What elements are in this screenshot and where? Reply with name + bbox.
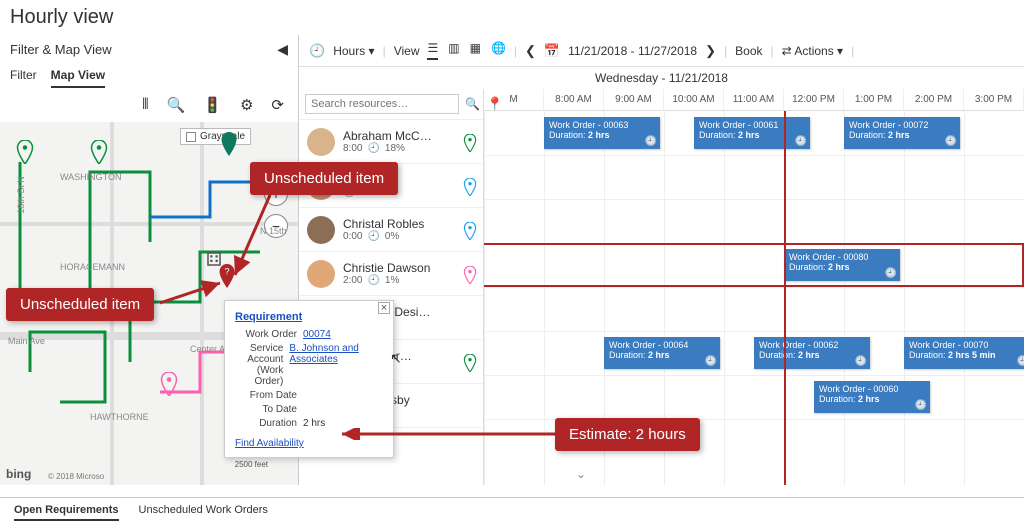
- book-button[interactable]: Book: [735, 44, 762, 58]
- callout-arrow-3: [340, 428, 555, 440]
- req-duration-value: 2 hrs: [303, 418, 325, 429]
- map-search-icon[interactable]: 🔍: [167, 96, 186, 114]
- map-pin-solid[interactable]: [220, 132, 238, 156]
- view-vertical-icon[interactable]: ▥: [448, 41, 459, 60]
- actions-dropdown[interactable]: ⇄ Actions ▾: [782, 44, 843, 58]
- resource-row[interactable]: Abraham McC…8:00🕘18%: [299, 120, 483, 164]
- map-label: HAWTHORNE: [90, 412, 149, 422]
- tab-unscheduled-work-orders[interactable]: Unscheduled Work Orders: [139, 504, 268, 521]
- map-label: WASHINGTON: [60, 172, 122, 182]
- view-list-icon[interactable]: ☰: [427, 41, 438, 60]
- time-header-cell: 1:00 PM: [844, 89, 904, 110]
- bing-logo: bing: [6, 467, 31, 481]
- req-duration-label: Duration: [235, 418, 303, 429]
- resource-pin-icon: [463, 178, 477, 199]
- time-header-cell: M: [484, 89, 544, 110]
- booking-item[interactable]: Work Order - 00062Duration: 2 hrs🕘: [754, 337, 870, 369]
- date-range[interactable]: 11/21/2018 - 11/27/2018: [568, 44, 697, 58]
- search-resources-input[interactable]: [305, 94, 459, 114]
- map-pin[interactable]: [16, 140, 34, 164]
- next-date-button[interactable]: ❯: [705, 43, 716, 59]
- routes-icon[interactable]: ⫴: [142, 96, 148, 114]
- prev-date-button[interactable]: ❮: [525, 43, 536, 59]
- booking-item[interactable]: Work Order - 00070Duration: 2 hrs 5 min🕘: [904, 337, 1024, 369]
- avatar: [307, 128, 335, 156]
- map-label: HORACEMANN: [60, 262, 125, 272]
- view-grid-icon[interactable]: ▦: [470, 41, 481, 60]
- req-service-label: Service Account (Work Order): [235, 343, 289, 387]
- booking-item[interactable]: Work Order - 00064Duration: 2 hrs🕘: [604, 337, 720, 369]
- current-time-line: [784, 111, 786, 485]
- close-icon[interactable]: ×: [378, 302, 390, 314]
- time-header-cell: 8:00 AM: [544, 89, 604, 110]
- resource-stats: 8:00🕘18%: [343, 143, 443, 154]
- req-todate-label: To Date: [235, 404, 303, 415]
- svg-text:?: ?: [224, 267, 229, 277]
- map-building-icon[interactable]: [205, 247, 223, 271]
- resource-name: Christal Robles: [343, 217, 443, 231]
- map-scale: 2500 feet: [235, 460, 268, 469]
- grayscale-toggle[interactable]: Grayscale: [180, 128, 251, 145]
- map-settings-icon[interactable]: ⚙: [240, 96, 253, 114]
- resource-row[interactable]: Christal Robles0:00🕘0%: [299, 208, 483, 252]
- time-header-cell: 10:00 AM: [664, 89, 724, 110]
- cursor-icon: ↖: [390, 350, 402, 367]
- req-workorder-label: Work Order: [235, 329, 303, 340]
- callout-arrow-2: [160, 278, 230, 308]
- left-tabs: Filter Map View: [0, 64, 298, 88]
- time-header-cell: 9:00 AM: [604, 89, 664, 110]
- booking-item[interactable]: Work Order - 00072Duration: 2 hrs🕘: [844, 117, 960, 149]
- map-label: Main Ave: [8, 336, 45, 346]
- calendar-icon[interactable]: 📅: [544, 43, 560, 59]
- booking-item[interactable]: Work Order - 00061Duration: 2 hrs🕘: [694, 117, 810, 149]
- map-label: 18th St N: [16, 176, 26, 214]
- expand-down-icon[interactable]: ⌄: [576, 467, 586, 481]
- resource-pin-icon: [463, 222, 477, 243]
- collapse-panel-icon[interactable]: ◀: [277, 41, 288, 58]
- tab-filter[interactable]: Filter: [10, 68, 37, 88]
- booking-item[interactable]: Work Order - 00080Duration: 2 hrs🕘: [784, 249, 900, 281]
- traffic-icon[interactable]: 🚦: [203, 96, 222, 114]
- resource-stats: 0:00🕘0%: [343, 231, 443, 242]
- callout-unscheduled-1: Unscheduled item: [250, 162, 398, 195]
- tab-map-view[interactable]: Map View: [51, 68, 105, 88]
- requirement-title[interactable]: Requirement: [235, 311, 383, 323]
- booking-item[interactable]: Work Order - 00063Duration: 2 hrs🕘: [544, 117, 660, 149]
- time-header-cell: 2:00 PM: [904, 89, 964, 110]
- req-fromdate-label: From Date: [235, 390, 303, 401]
- callout-arrow-1: [230, 195, 300, 285]
- booking-item[interactable]: Work Order - 00060Duration: 2 hrs🕘: [814, 381, 930, 413]
- map-pin[interactable]: [160, 372, 178, 396]
- callout-unscheduled-2: Unscheduled item: [6, 288, 154, 321]
- map-refresh-icon[interactable]: ⟳: [271, 96, 284, 114]
- tab-open-requirements[interactable]: Open Requirements: [14, 504, 119, 521]
- callout-estimate: Estimate: 2 hours: [555, 418, 700, 451]
- clock-icon: 🕘: [309, 43, 325, 59]
- req-service-link[interactable]: B. Johnson and Associates: [289, 343, 359, 365]
- time-header-cell: 12:00 PM: [784, 89, 844, 110]
- avatar: [307, 260, 335, 288]
- view-map-icon[interactable]: 🌐: [491, 41, 506, 60]
- req-workorder-link[interactable]: 00074: [303, 329, 331, 340]
- avatar: [307, 216, 335, 244]
- resource-name: Abraham McC…: [343, 129, 443, 143]
- view-label: View: [394, 44, 420, 58]
- find-availability-link[interactable]: Find Availability: [235, 438, 304, 449]
- time-header-cell: 3:00 PM: [964, 89, 1024, 110]
- resource-row[interactable]: Christie Dawson2:00🕘1%: [299, 252, 483, 296]
- hours-dropdown[interactable]: Hours ▾: [333, 44, 374, 58]
- filter-panel-title: Filter & Map View: [10, 42, 112, 57]
- resource-pin-icon: [463, 266, 477, 287]
- resource-pin-icon: [463, 354, 477, 375]
- date-header: Wednesday - 11/21/2018: [299, 67, 1024, 89]
- resource-stats: 2:00🕘1%: [343, 275, 443, 286]
- resource-name: Christie Dawson: [343, 261, 443, 275]
- time-header-cell: 11:00 AM: [724, 89, 784, 110]
- search-icon[interactable]: 🔍: [465, 97, 480, 111]
- resource-pin-icon: [463, 134, 477, 155]
- map-copyright: © 2018 Microso: [48, 472, 104, 481]
- page-title: Hourly view: [0, 0, 1024, 35]
- map-pin[interactable]: [90, 140, 108, 164]
